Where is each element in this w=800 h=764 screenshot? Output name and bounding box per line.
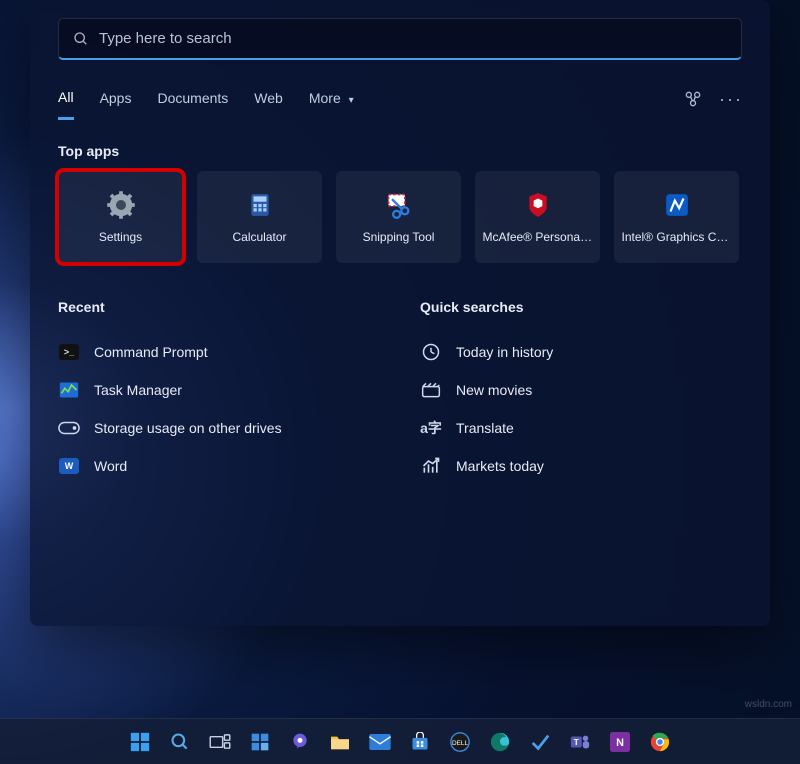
onenote-icon[interactable]: N (605, 727, 635, 757)
explorer-icon[interactable] (325, 727, 355, 757)
recent-item-task-manager[interactable]: Task Manager (58, 371, 380, 409)
taskbar-search-icon[interactable] (165, 727, 195, 757)
search-input[interactable] (99, 30, 727, 47)
filter-tabs: All Apps Documents Web More ▾ ··· (58, 88, 742, 121)
search-options-icon[interactable] (682, 88, 704, 110)
svg-text:DELL: DELL (452, 739, 468, 746)
list-label: Markets today (456, 458, 544, 474)
search-panel: All Apps Documents Web More ▾ ··· Top ap… (30, 0, 770, 626)
calculator-icon (245, 190, 275, 220)
recent-item-word[interactable]: W Word (58, 447, 380, 485)
list-label: Command Prompt (94, 344, 208, 360)
search-box[interactable] (58, 18, 742, 60)
app-tile-calculator[interactable]: Calculator (197, 171, 322, 263)
store-icon[interactable] (405, 727, 435, 757)
recent-item-command-prompt[interactable]: >_ Command Prompt (58, 333, 380, 371)
svg-text:N: N (616, 737, 624, 749)
gear-icon (106, 190, 136, 220)
app-tile-snipping-tool[interactable]: Snipping Tool (336, 171, 461, 263)
top-apps-row: Settings Calculator Snipping Tool McAfee… (58, 171, 742, 263)
quick-item-translate[interactable]: a字 Translate (420, 409, 742, 447)
todo-icon[interactable] (525, 727, 555, 757)
svg-text:T: T (574, 737, 579, 746)
tab-more-label: More (309, 90, 341, 106)
quick-item-new-movies[interactable]: New movies (420, 371, 742, 409)
snip-icon (384, 190, 414, 220)
tab-more[interactable]: More ▾ (309, 90, 354, 118)
recent-heading: Recent (58, 299, 380, 315)
app-label: Calculator (232, 230, 286, 244)
tab-all[interactable]: All (58, 89, 74, 120)
lower-columns: Recent >_ Command Prompt Task Manager St… (58, 299, 742, 485)
cmd-icon: >_ (58, 341, 80, 363)
quick-item-markets-today[interactable]: Markets today (420, 447, 742, 485)
mail-icon[interactable] (365, 727, 395, 757)
edge-icon[interactable] (485, 727, 515, 757)
chrome-icon[interactable] (645, 727, 675, 757)
chevron-down-icon: ▾ (349, 95, 354, 106)
widgets-icon[interactable] (245, 727, 275, 757)
list-label: Task Manager (94, 382, 182, 398)
recent-item-storage-usage[interactable]: Storage usage on other drives (58, 409, 380, 447)
chat-icon[interactable] (285, 727, 315, 757)
taskbar: DELL T N (0, 718, 800, 764)
word-icon: W (58, 455, 80, 477)
list-label: Translate (456, 420, 514, 436)
search-icon (73, 31, 89, 47)
app-label: Snipping Tool (363, 230, 435, 244)
recent-column: Recent >_ Command Prompt Task Manager St… (58, 299, 380, 485)
top-apps-heading: Top apps (58, 143, 742, 159)
list-label: Today in history (456, 344, 553, 360)
app-label: Intel® Graphics Co... (622, 230, 732, 244)
list-label: New movies (456, 382, 532, 398)
teams-icon[interactable]: T (565, 727, 595, 757)
app-tile-intel-graphics[interactable]: Intel® Graphics Co... (614, 171, 739, 263)
tab-apps[interactable]: Apps (100, 90, 132, 118)
quick-searches-column: Quick searches Today in history New movi… (420, 299, 742, 485)
translate-icon: a字 (420, 417, 442, 439)
start-icon[interactable] (125, 727, 155, 757)
film-icon (420, 379, 442, 401)
taskview-icon[interactable] (205, 727, 235, 757)
watermark: wsldn.com (745, 699, 792, 710)
app-tile-mcafee[interactable]: McAfee® Personal... (475, 171, 600, 263)
app-label: McAfee® Personal... (483, 230, 593, 244)
app-tile-settings[interactable]: Settings (58, 171, 183, 263)
more-options-icon[interactable]: ··· (720, 88, 742, 110)
app-label: Settings (99, 230, 142, 244)
mcafee-icon (523, 190, 553, 220)
tab-documents[interactable]: Documents (157, 90, 228, 118)
drive-icon (58, 417, 80, 439)
clock-icon (420, 341, 442, 363)
dell-icon[interactable]: DELL (445, 727, 475, 757)
list-label: Storage usage on other drives (94, 420, 282, 436)
intel-icon (662, 190, 692, 220)
list-label: Word (94, 458, 127, 474)
chart-icon (420, 455, 442, 477)
quick-item-today-in-history[interactable]: Today in history (420, 333, 742, 371)
quick-searches-heading: Quick searches (420, 299, 742, 315)
tab-web[interactable]: Web (254, 90, 283, 118)
taskmgr-icon (58, 379, 80, 401)
